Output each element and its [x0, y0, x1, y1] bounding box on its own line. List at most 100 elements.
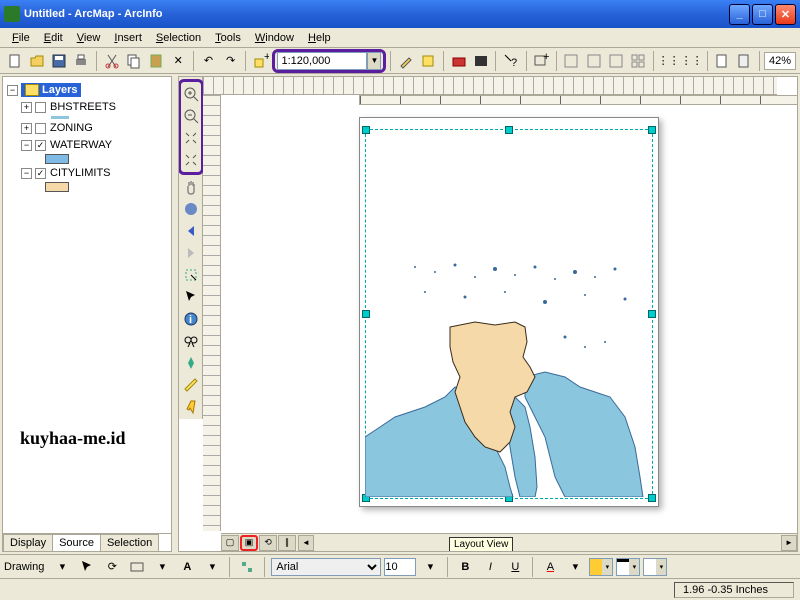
expand-bhstreets[interactable]: + — [21, 102, 32, 113]
find-icon[interactable] — [181, 331, 201, 351]
refresh-view-button[interactable]: ⟲ — [259, 535, 277, 551]
paste-button[interactable] — [145, 50, 166, 72]
bold-button[interactable]: B — [454, 556, 476, 578]
check-waterway[interactable]: ✓ — [35, 140, 46, 151]
text-tool-icon[interactable]: A — [176, 556, 198, 578]
minimize-button[interactable]: _ — [729, 4, 750, 25]
new-button[interactable] — [4, 50, 25, 72]
redo-button[interactable]: ↷ — [220, 50, 241, 72]
font-size-input[interactable] — [384, 558, 416, 576]
scroll-right-button[interactable]: ► — [781, 535, 797, 551]
scroll-left-button[interactable]: ◄ — [298, 535, 314, 551]
zoom-in-icon[interactable] — [181, 84, 201, 104]
page-setup-button[interactable] — [712, 50, 733, 72]
font-select[interactable]: Arial — [271, 558, 381, 576]
fixed-zoom-in-icon[interactable] — [181, 128, 201, 148]
handle-ne[interactable] — [648, 126, 656, 134]
menu-file[interactable]: File — [6, 31, 36, 45]
editor-toolbar-button[interactable] — [395, 50, 416, 72]
close-button[interactable]: ✕ — [775, 4, 796, 25]
arc-catalog-button[interactable] — [418, 50, 439, 72]
undo-button[interactable]: ↶ — [198, 50, 219, 72]
delete-button[interactable]: ✕ — [168, 50, 189, 72]
font-color-button[interactable]: A — [539, 556, 561, 578]
expand-waterway[interactable]: − — [21, 140, 32, 151]
fill-color-button[interactable]: ▾ — [589, 558, 613, 576]
go-to-xy-icon[interactable] — [181, 353, 201, 373]
save-button[interactable] — [48, 50, 69, 72]
marker-color-button[interactable]: ▾ — [643, 558, 667, 576]
data-view-button[interactable]: ▢ — [221, 535, 239, 551]
identify-icon[interactable]: i — [181, 309, 201, 329]
layout-zoom[interactable]: 42% — [764, 52, 796, 70]
expand-zoning[interactable]: + — [21, 123, 32, 134]
layer-bhstreets[interactable]: BHSTREETS — [50, 101, 116, 113]
drawing-menu-dropdown[interactable]: ▾ — [51, 556, 73, 578]
layer-waterway[interactable]: WATERWAY — [50, 139, 112, 151]
tab-display[interactable]: Display — [3, 534, 53, 551]
command-line-button[interactable] — [470, 50, 491, 72]
check-bhstreets[interactable] — [35, 102, 46, 113]
rectangle-tool-icon[interactable] — [126, 556, 148, 578]
zoom-out-icon[interactable] — [181, 106, 201, 126]
select-features-icon[interactable] — [181, 265, 201, 285]
menu-help[interactable]: Help — [302, 31, 337, 45]
italic-button[interactable]: I — [479, 556, 501, 578]
scale-dropdown[interactable]: ▼ — [367, 52, 381, 70]
tab-source[interactable]: Source — [52, 534, 101, 551]
layer-citylimits[interactable]: CITYLIMITS — [50, 167, 111, 179]
size-dropdown[interactable]: ▾ — [419, 556, 441, 578]
underline-button[interactable]: U — [504, 556, 526, 578]
check-zoning[interactable] — [35, 123, 46, 134]
layout-btn-1[interactable] — [561, 50, 582, 72]
hscroll-track[interactable] — [314, 535, 781, 551]
new-rect-button[interactable]: + — [531, 50, 552, 72]
handle-n[interactable] — [505, 126, 513, 134]
back-icon[interactable] — [181, 221, 201, 241]
arctoolbox-button[interactable] — [448, 50, 469, 72]
menu-view[interactable]: View — [71, 31, 107, 45]
whats-this-button[interactable]: ? — [500, 50, 521, 72]
expand-layers[interactable]: − — [7, 85, 18, 96]
full-extent-icon[interactable] — [181, 199, 201, 219]
edit-vertices-icon[interactable] — [236, 556, 258, 578]
print-button[interactable] — [71, 50, 92, 72]
select-elements-icon[interactable] — [181, 287, 201, 307]
cut-button[interactable] — [101, 50, 122, 72]
line-color-button[interactable]: ▾ — [616, 558, 640, 576]
toc-tree[interactable]: − Layers + BHSTREETS + ZONING − ✓ WATERW… — [3, 77, 171, 533]
font-color-dropdown[interactable]: ▾ — [564, 556, 586, 578]
add-data-button[interactable]: + — [250, 50, 271, 72]
select-tool-icon[interactable] — [76, 556, 98, 578]
toggle-draft-button[interactable] — [734, 50, 755, 72]
check-citylimits[interactable]: ✓ — [35, 168, 46, 179]
layer-zoning[interactable]: ZONING — [50, 122, 93, 134]
tab-selection[interactable]: Selection — [100, 534, 159, 551]
hyperlink-icon[interactable] — [181, 397, 201, 417]
dots-btn-2[interactable]: ⋮⋮ — [681, 50, 703, 72]
menu-tools[interactable]: Tools — [209, 31, 247, 45]
menu-edit[interactable]: Edit — [38, 31, 69, 45]
menu-window[interactable]: Window — [249, 31, 300, 45]
menu-insert[interactable]: Insert — [108, 31, 148, 45]
open-button[interactable] — [26, 50, 47, 72]
measure-icon[interactable] — [181, 375, 201, 395]
dots-btn-1[interactable]: ⋮⋮ — [658, 50, 680, 72]
maximize-button[interactable]: □ — [752, 4, 773, 25]
menu-selection[interactable]: Selection — [150, 31, 207, 45]
forward-icon[interactable] — [181, 243, 201, 263]
pan-icon[interactable] — [181, 177, 201, 197]
rotate-tool-icon[interactable]: ⟳ — [101, 556, 123, 578]
layout-view-button[interactable]: ▣ — [240, 535, 258, 551]
pause-drawing-button[interactable]: ∥ — [278, 535, 296, 551]
handle-nw[interactable] — [362, 126, 370, 134]
layout-btn-2[interactable] — [583, 50, 604, 72]
layout-btn-3[interactable] — [605, 50, 626, 72]
expand-citylimits[interactable]: − — [21, 168, 32, 179]
shape-dropdown[interactable]: ▾ — [151, 556, 173, 578]
layout-view[interactable]: i — [178, 76, 798, 552]
map-scale-input[interactable] — [277, 52, 367, 70]
layout-grid-button[interactable] — [627, 50, 648, 72]
text-dropdown[interactable]: ▾ — [201, 556, 223, 578]
copy-button[interactable] — [123, 50, 144, 72]
